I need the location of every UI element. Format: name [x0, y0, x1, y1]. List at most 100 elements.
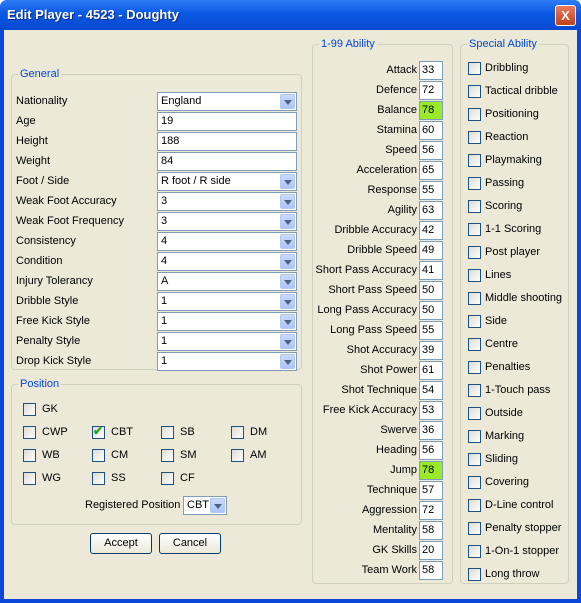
chevron-down-icon[interactable] [280, 314, 295, 329]
ability-value-input[interactable]: 33 [419, 61, 443, 80]
ability-value-input[interactable]: 50 [419, 301, 443, 320]
general-row-dropdown[interactable]: 4 [157, 252, 297, 271]
special-ability-checkbox[interactable] [468, 223, 481, 236]
special-ability-checkbox[interactable] [468, 545, 481, 558]
chevron-down-icon[interactable] [280, 294, 295, 309]
ability-value-input[interactable]: 20 [419, 541, 443, 560]
ability-value-input[interactable]: 72 [419, 501, 443, 520]
ability-label: Dribble Speed [347, 244, 417, 256]
special-ability-checkbox[interactable] [468, 246, 481, 259]
special-ability-checkbox[interactable] [468, 453, 481, 466]
position-checkbox[interactable]: ✔ [92, 424, 105, 439]
general-row-dropdown[interactable]: A [157, 272, 297, 291]
special-ability-checkbox[interactable] [468, 131, 481, 144]
chevron-down-icon[interactable] [280, 214, 295, 229]
special-ability-checkbox[interactable] [468, 338, 481, 351]
ability-value-input[interactable]: 57 [419, 481, 443, 500]
position-checkbox-label: CM [111, 449, 129, 461]
special-ability-checkbox[interactable] [468, 292, 481, 305]
ability-value-input[interactable]: 56 [419, 141, 443, 160]
general-row-dropdown[interactable]: 4 [157, 232, 297, 251]
position-checkbox[interactable] [231, 426, 244, 439]
position-checkbox[interactable] [161, 426, 174, 439]
general-row-dropdown[interactable]: 3 [157, 212, 297, 231]
general-row-input[interactable]: 19 [157, 112, 297, 131]
general-row-dropdown[interactable]: England [157, 92, 297, 111]
position-checkbox[interactable] [23, 403, 36, 416]
special-ability-checkbox[interactable] [468, 154, 481, 167]
title-bar[interactable]: Edit Player - 4523 - Doughty X [0, 0, 581, 30]
special-ability-checkbox[interactable] [468, 476, 481, 489]
ability-value-input[interactable]: 72 [419, 81, 443, 100]
general-row-dropdown[interactable]: 3 [157, 192, 297, 211]
chevron-down-icon[interactable] [280, 234, 295, 249]
position-checkbox[interactable] [92, 472, 105, 485]
special-ability-checkbox[interactable] [468, 522, 481, 535]
general-row-label: Drop Kick Style [16, 355, 92, 367]
special-ability-checkbox[interactable] [468, 108, 481, 121]
ability-value-input[interactable]: 78 [419, 101, 443, 120]
general-row-dropdown[interactable]: 1 [157, 312, 297, 331]
chevron-down-icon[interactable] [280, 254, 295, 269]
ability-value-input[interactable]: 41 [419, 261, 443, 280]
chevron-down-icon[interactable] [280, 94, 295, 109]
ability-value-input[interactable]: 65 [419, 161, 443, 180]
ability-label: Response [367, 184, 417, 196]
ability-value-input[interactable]: 42 [419, 221, 443, 240]
ability-value-input[interactable]: 58 [419, 561, 443, 580]
ability-value-input[interactable]: 58 [419, 521, 443, 540]
chevron-down-icon[interactable] [280, 354, 295, 369]
position-checkbox[interactable] [161, 472, 174, 485]
chevron-down-icon[interactable] [280, 174, 295, 189]
general-row-dropdown[interactable]: 1 [157, 352, 297, 371]
general-row-dropdown[interactable]: R foot / R side [157, 172, 297, 191]
ability-value-input[interactable]: 55 [419, 181, 443, 200]
ability-value-input[interactable]: 49 [419, 241, 443, 260]
special-ability-checkbox[interactable] [468, 568, 481, 581]
position-checkbox[interactable] [23, 426, 36, 439]
registered-position-dropdown[interactable]: CBT [183, 496, 227, 515]
ability-value-input[interactable]: 50 [419, 281, 443, 300]
ability-value-input[interactable]: 63 [419, 201, 443, 220]
cancel-button[interactable]: Cancel [159, 533, 221, 554]
special-ability-checkbox[interactable] [468, 361, 481, 374]
special-ability-checkbox[interactable] [468, 407, 481, 420]
accept-button[interactable]: Accept [90, 533, 152, 554]
ability-value-input[interactable]: 55 [419, 321, 443, 340]
ability-value-input[interactable]: 39 [419, 341, 443, 360]
special-ability-checkbox[interactable] [468, 384, 481, 397]
chevron-down-icon[interactable] [280, 194, 295, 209]
special-ability-checkbox[interactable] [468, 85, 481, 98]
position-checkbox-label: CBT [111, 426, 133, 438]
position-checkbox[interactable] [161, 449, 174, 462]
ability-value-input[interactable]: 61 [419, 361, 443, 380]
position-checkbox[interactable] [231, 449, 244, 462]
chevron-down-icon[interactable] [280, 274, 295, 289]
ability-value-input[interactable]: 60 [419, 121, 443, 140]
general-row-label: Weak Foot Accuracy [16, 195, 117, 207]
special-ability-checkbox[interactable] [468, 62, 481, 75]
chevron-down-icon[interactable] [280, 334, 295, 349]
position-checkbox[interactable] [23, 472, 36, 485]
special-ability-checkbox[interactable] [468, 177, 481, 190]
general-row-dropdown[interactable]: 1 [157, 292, 297, 311]
ability-value-input[interactable]: 54 [419, 381, 443, 400]
general-row-input[interactable]: 188 [157, 132, 297, 151]
ability-value-input[interactable]: 56 [419, 441, 443, 460]
special-ability-checkbox[interactable] [468, 430, 481, 443]
position-checkbox[interactable] [23, 449, 36, 462]
chevron-down-icon[interactable] [210, 498, 225, 513]
ability-value-input[interactable]: 78 [419, 461, 443, 480]
ability-label: Dribble Accuracy [334, 224, 417, 236]
general-row-dropdown[interactable]: 1 [157, 332, 297, 351]
special-ability-checkbox[interactable] [468, 315, 481, 328]
position-checkbox[interactable] [92, 449, 105, 462]
ability-value-input[interactable]: 36 [419, 421, 443, 440]
ability-value-input[interactable]: 53 [419, 401, 443, 420]
position-checkbox-label: WG [42, 472, 61, 484]
special-ability-checkbox[interactable] [468, 269, 481, 282]
close-button[interactable]: X [555, 5, 576, 26]
special-ability-checkbox[interactable] [468, 499, 481, 512]
general-row-input[interactable]: 84 [157, 152, 297, 171]
special-ability-checkbox[interactable] [468, 200, 481, 213]
